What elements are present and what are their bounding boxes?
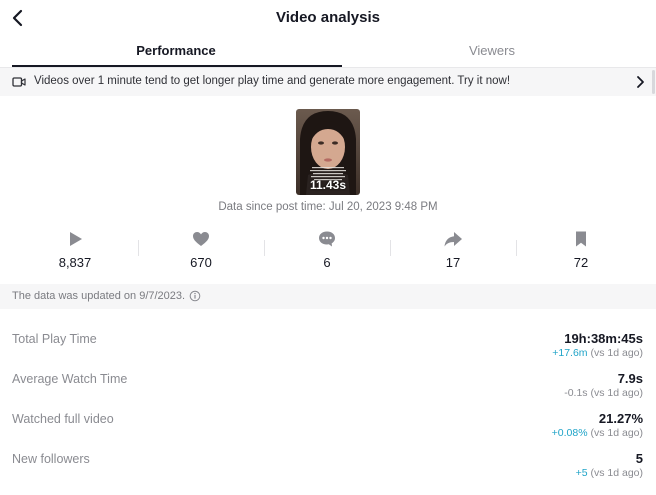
tip-banner[interactable]: Videos over 1 minute tend to get longer … <box>0 68 656 96</box>
metric-comments: 6 <box>264 226 390 276</box>
video-thumbnail[interactable]: 11.43s <box>296 109 360 195</box>
scrollbar[interactable] <box>652 70 655 94</box>
share-icon <box>444 232 462 247</box>
tab-performance[interactable]: Performance <box>12 36 340 66</box>
metric-likes: 670 <box>138 226 264 276</box>
metric-likes-value: 670 <box>190 255 212 270</box>
stat-compare: (vs 1d ago) <box>590 347 643 359</box>
video-duration: 11.43s <box>309 178 347 192</box>
stat-total-play-time-value: 19h:38m:45s <box>564 331 643 346</box>
comment-icon <box>319 231 335 247</box>
tab-bar: Performance Viewers <box>0 36 656 68</box>
header: Video analysis <box>0 0 656 36</box>
stat-compare: (vs 1d ago) <box>590 467 643 479</box>
engagement-metrics: 8,837 670 6 17 72 <box>12 226 644 276</box>
metric-comments-value: 6 <box>323 255 331 270</box>
chevron-right-icon[interactable] <box>634 75 646 89</box>
stat-delta: +5 <box>575 467 588 479</box>
stat-average-watch-time-label: Average Watch Time <box>12 372 128 386</box>
stat-delta: +0.08% <box>551 427 588 439</box>
metric-saves-value: 72 <box>573 255 589 270</box>
stat-delta: -0.1s <box>564 387 588 399</box>
play-icon <box>70 232 82 246</box>
metric-shares: 17 <box>390 226 516 276</box>
page-title: Video analysis <box>276 9 380 26</box>
stat-average-watch-time-change: -0.1s (vs 1d ago) <box>564 387 643 399</box>
metric-shares-value: 17 <box>445 255 461 270</box>
stat-new-followers-value: 5 <box>635 451 643 466</box>
data-updated-text: The data was updated on 9/7/2023. <box>12 290 186 302</box>
heart-icon <box>193 232 209 246</box>
stat-new-followers-change: +5 (vs 1d ago) <box>576 467 643 479</box>
stat-total-play-time-change: +17.6m (vs 1d ago) <box>552 347 643 359</box>
data-since-text: Data since post time: Jul 20, 2023 9:48 … <box>218 201 438 213</box>
stat-compare: (vs 1d ago) <box>590 427 643 439</box>
bookmark-icon <box>576 231 586 247</box>
stat-total-play-time-label: Total Play Time <box>12 332 97 346</box>
stat-compare: (vs 1d ago) <box>590 387 643 399</box>
metric-views-value: 8,837 <box>58 255 92 270</box>
stat-delta: +17.6m <box>552 347 588 359</box>
stat-watched-full-video-change: +0.08% (vs 1d ago) <box>552 427 643 439</box>
stat-new-followers-label: New followers <box>12 452 90 466</box>
metric-saves: 72 <box>518 226 644 276</box>
metric-views: 8,837 <box>12 226 138 276</box>
tip-banner-text: Videos over 1 minute tend to get longer … <box>34 75 511 87</box>
stat-watched-full-video-value: 21.27% <box>598 411 643 426</box>
stat-watched-full-video-label: Watched full video <box>12 412 114 426</box>
info-icon[interactable] <box>189 290 201 302</box>
video-camera-icon <box>12 77 26 87</box>
stat-average-watch-time-value: 7.9s <box>617 371 643 386</box>
data-updated-notice: The data was updated on 9/7/2023. <box>0 284 656 309</box>
metric-divider <box>516 240 517 256</box>
tab-viewers[interactable]: Viewers <box>328 36 656 66</box>
